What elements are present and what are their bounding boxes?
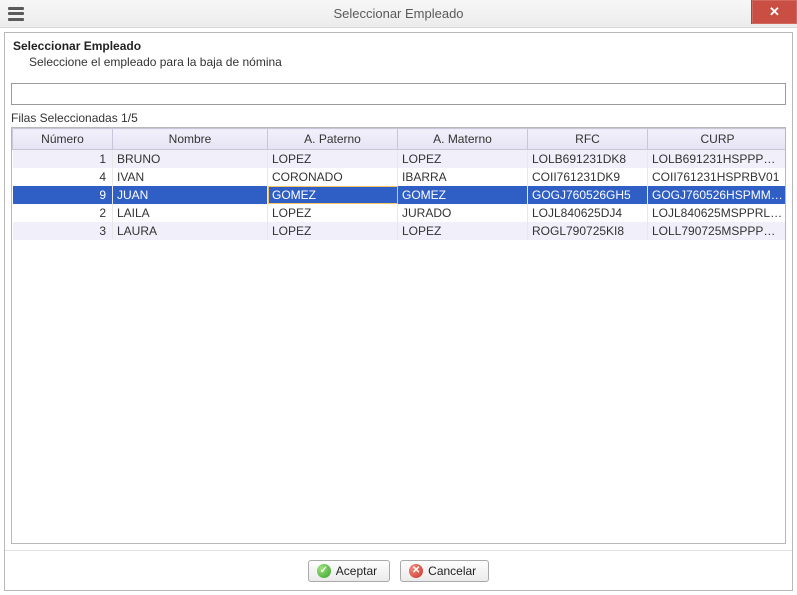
- column-header[interactable]: A. Materno: [398, 129, 528, 150]
- cell-amaterno[interactable]: GOMEZ: [398, 186, 528, 204]
- window-title: Seleccionar Empleado: [0, 6, 797, 21]
- grid-header-row: NúmeroNombreA. PaternoA. MaternoRFCCURP: [13, 129, 787, 150]
- cell-rfc[interactable]: LOJL840625DJ4: [528, 204, 648, 222]
- cell-apaterno[interactable]: LOPEZ: [268, 150, 398, 169]
- column-header[interactable]: CURP: [648, 129, 787, 150]
- cell-curp[interactable]: GOGJ760526HSPMM…: [648, 186, 787, 204]
- search-input[interactable]: [11, 83, 786, 105]
- dialog-header: Seleccionar Empleado Seleccione el emple…: [5, 33, 792, 77]
- dialog-subtitle: Seleccione el empleado para la baja de n…: [13, 53, 784, 69]
- dialog-title: Seleccionar Empleado: [13, 39, 784, 53]
- cell-amaterno[interactable]: LOPEZ: [398, 222, 528, 240]
- column-header[interactable]: RFC: [528, 129, 648, 150]
- cell-numero[interactable]: 4: [13, 168, 113, 186]
- cell-curp[interactable]: LOLL790725MSPPPR00: [648, 222, 787, 240]
- dialog-footer: ✓ Aceptar ✕ Cancelar: [5, 550, 792, 590]
- column-header[interactable]: Nombre: [113, 129, 268, 150]
- table-row[interactable]: 2LAILALOPEZJURADOLOJL840625DJ4LOJL840625…: [13, 204, 787, 222]
- cell-numero[interactable]: 2: [13, 204, 113, 222]
- cell-rfc[interactable]: LOLB691231DK8: [528, 150, 648, 169]
- cell-nombre[interactable]: LAURA: [113, 222, 268, 240]
- cell-apaterno[interactable]: GOMEZ: [268, 186, 398, 204]
- cell-rfc[interactable]: GOGJ760526GH5: [528, 186, 648, 204]
- cell-numero[interactable]: 1: [13, 150, 113, 169]
- table-row[interactable]: 4IVANCORONADOIBARRACOII761231DK9COII7612…: [13, 168, 787, 186]
- cell-nombre[interactable]: IVAN: [113, 168, 268, 186]
- cell-rfc[interactable]: ROGL790725KI8: [528, 222, 648, 240]
- cell-nombre[interactable]: JUAN: [113, 186, 268, 204]
- cell-nombre[interactable]: BRUNO: [113, 150, 268, 169]
- check-icon: ✓: [317, 564, 331, 578]
- search-wrap: [5, 77, 792, 109]
- cell-curp[interactable]: LOJL840625MSPPRL00: [648, 204, 787, 222]
- cell-amaterno[interactable]: LOPEZ: [398, 150, 528, 169]
- close-icon: ✕: [769, 4, 780, 20]
- cell-apaterno[interactable]: LOPEZ: [268, 222, 398, 240]
- cell-apaterno[interactable]: CORONADO: [268, 168, 398, 186]
- grid-wrap: NúmeroNombreA. PaternoA. MaternoRFCCURP …: [11, 127, 786, 544]
- dialog-content: Seleccionar Empleado Seleccione el emple…: [4, 32, 793, 591]
- accept-button[interactable]: ✓ Aceptar: [308, 560, 390, 582]
- accept-button-label: Aceptar: [336, 564, 377, 578]
- rows-selected-label: Filas Seleccionadas 1/5: [5, 109, 792, 127]
- cancel-button-label: Cancelar: [428, 564, 476, 578]
- table-row[interactable]: 1BRUNOLOPEZLOPEZLOLB691231DK8LOLB691231H…: [13, 150, 787, 169]
- cell-curp[interactable]: LOLB691231HSPPPR00: [648, 150, 787, 169]
- cell-rfc[interactable]: COII761231DK9: [528, 168, 648, 186]
- cell-amaterno[interactable]: IBARRA: [398, 168, 528, 186]
- employee-grid[interactable]: NúmeroNombreA. PaternoA. MaternoRFCCURP …: [12, 128, 786, 240]
- app-icon: [8, 7, 24, 21]
- table-row[interactable]: 9JUANGOMEZGOMEZGOGJ760526GH5GOGJ760526HS…: [13, 186, 787, 204]
- cell-numero[interactable]: 9: [13, 186, 113, 204]
- cell-apaterno[interactable]: LOPEZ: [268, 204, 398, 222]
- table-row[interactable]: 3LAURALOPEZLOPEZROGL790725KI8LOLL790725M…: [13, 222, 787, 240]
- close-button[interactable]: ✕: [751, 0, 797, 24]
- titlebar: Seleccionar Empleado ✕: [0, 0, 797, 28]
- cell-amaterno[interactable]: JURADO: [398, 204, 528, 222]
- cancel-button[interactable]: ✕ Cancelar: [400, 560, 489, 582]
- cell-numero[interactable]: 3: [13, 222, 113, 240]
- cancel-icon: ✕: [409, 564, 423, 578]
- column-header[interactable]: Número: [13, 129, 113, 150]
- cell-curp[interactable]: COII761231HSPRBV01: [648, 168, 787, 186]
- cell-nombre[interactable]: LAILA: [113, 204, 268, 222]
- column-header[interactable]: A. Paterno: [268, 129, 398, 150]
